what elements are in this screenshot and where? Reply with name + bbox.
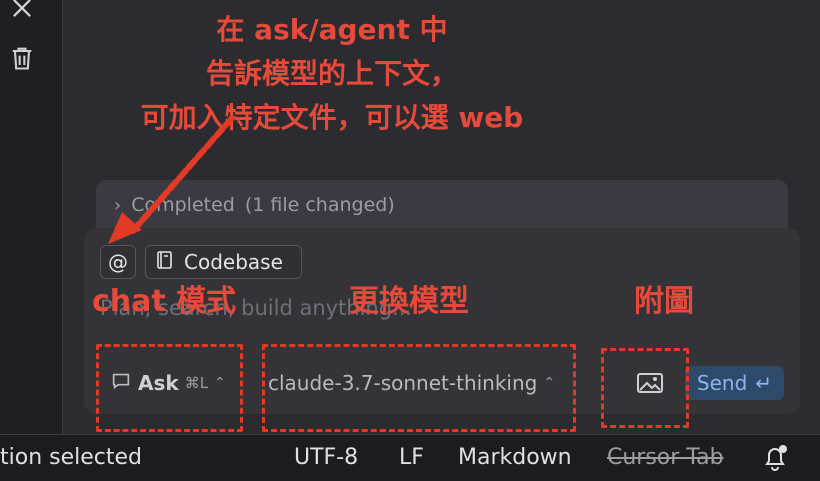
status-bar: tion selected UTF-8 LF Markdown Cursor T… <box>0 434 820 481</box>
bell-icon[interactable] <box>762 444 788 472</box>
annotation-context: 在 ask/agent 中 告訴模型的上下文， 可加入特定文件，可以選 web <box>92 8 572 140</box>
annotation-line-3: 可加入特定文件，可以選 web <box>140 101 524 134</box>
add-context-button[interactable]: @ <box>100 245 136 279</box>
annotation-chat-mode: chat 模式 <box>92 284 237 319</box>
close-icon[interactable] <box>8 0 36 22</box>
line-ending-status[interactable]: LF <box>399 445 424 470</box>
at-symbol: @ <box>108 250 128 274</box>
chevron-right-icon: › <box>114 194 122 216</box>
codebase-chip[interactable]: Codebase <box>145 245 302 279</box>
completed-status: Completed <box>131 194 235 216</box>
annotation-line-1: 在 ask/agent 中 <box>216 13 448 46</box>
annotation-line-2: 告訴模型的上下文， <box>205 57 458 90</box>
encoding-status[interactable]: UTF-8 <box>294 445 358 470</box>
language-status[interactable]: Markdown <box>458 445 572 470</box>
annotation-attach-image: 附圖 <box>634 284 694 319</box>
annotation-change-model: 更換模型 <box>349 284 469 319</box>
codebase-label: Codebase <box>184 250 283 274</box>
trash-icon[interactable] <box>8 44 36 72</box>
enter-key-icon: ↵ <box>755 371 773 395</box>
annotation-box-image <box>601 348 689 428</box>
codebase-icon <box>156 250 174 275</box>
annotation-box-model <box>262 344 576 432</box>
completed-bar[interactable]: › Completed (1 file changed) <box>96 180 788 230</box>
completed-detail: (1 file changed) <box>244 194 395 216</box>
annotation-box-mode <box>96 344 243 432</box>
selection-status[interactable]: tion selected <box>0 445 142 470</box>
left-rail <box>0 0 63 434</box>
cursor-tab-status[interactable]: Cursor Tab <box>607 445 724 470</box>
send-label: Send <box>696 371 748 395</box>
send-button[interactable]: Send ↵ <box>685 366 784 400</box>
